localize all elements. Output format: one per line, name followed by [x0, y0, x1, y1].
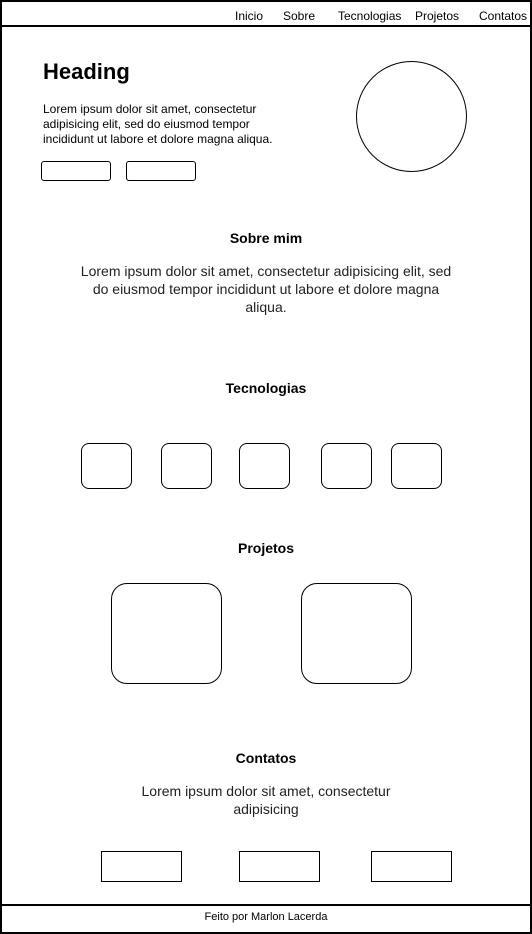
tech-card — [321, 443, 372, 489]
hero-button-primary[interactable] — [41, 161, 111, 181]
tecnologias-title: Tecnologias — [225, 380, 307, 396]
tech-card — [391, 443, 442, 489]
project-card[interactable] — [111, 583, 222, 684]
sobre-text: Lorem ipsum dolor sit amet, consectetur … — [80, 263, 452, 315]
footer-text: Feito por Marlon Lacerda — [204, 911, 328, 923]
tech-card — [161, 443, 212, 489]
project-card[interactable] — [301, 583, 412, 684]
nav-item-contatos[interactable]: Contatos — [479, 9, 527, 23]
top-navigation: Inicio Sobre Tecnologias Projetos Contat… — [0, 0, 532, 27]
hero-text: Lorem ipsum dolor sit amet, consectetur … — [43, 102, 273, 146]
contatos-title: Contatos — [235, 750, 297, 766]
tech-card — [239, 443, 290, 489]
contact-link[interactable] — [371, 851, 452, 882]
contact-link[interactable] — [239, 851, 320, 882]
projetos-title: Projetos — [237, 540, 294, 556]
sobre-title: Sobre mim — [229, 230, 303, 246]
tech-card — [81, 443, 132, 489]
nav-item-tecnologias[interactable]: Tecnologias — [338, 9, 401, 23]
avatar — [356, 61, 467, 172]
nav-item-inicio[interactable]: Inicio — [235, 9, 263, 23]
contact-link[interactable] — [101, 851, 182, 882]
nav-item-sobre[interactable]: Sobre — [283, 9, 315, 23]
nav-item-projetos[interactable]: Projetos — [415, 9, 459, 23]
hero-heading: Heading — [43, 59, 130, 84]
hero-button-secondary[interactable] — [126, 161, 196, 181]
contatos-text: Lorem ipsum dolor sit amet, consectetur … — [141, 783, 391, 817]
footer: Feito por Marlon Lacerda — [0, 904, 532, 934]
